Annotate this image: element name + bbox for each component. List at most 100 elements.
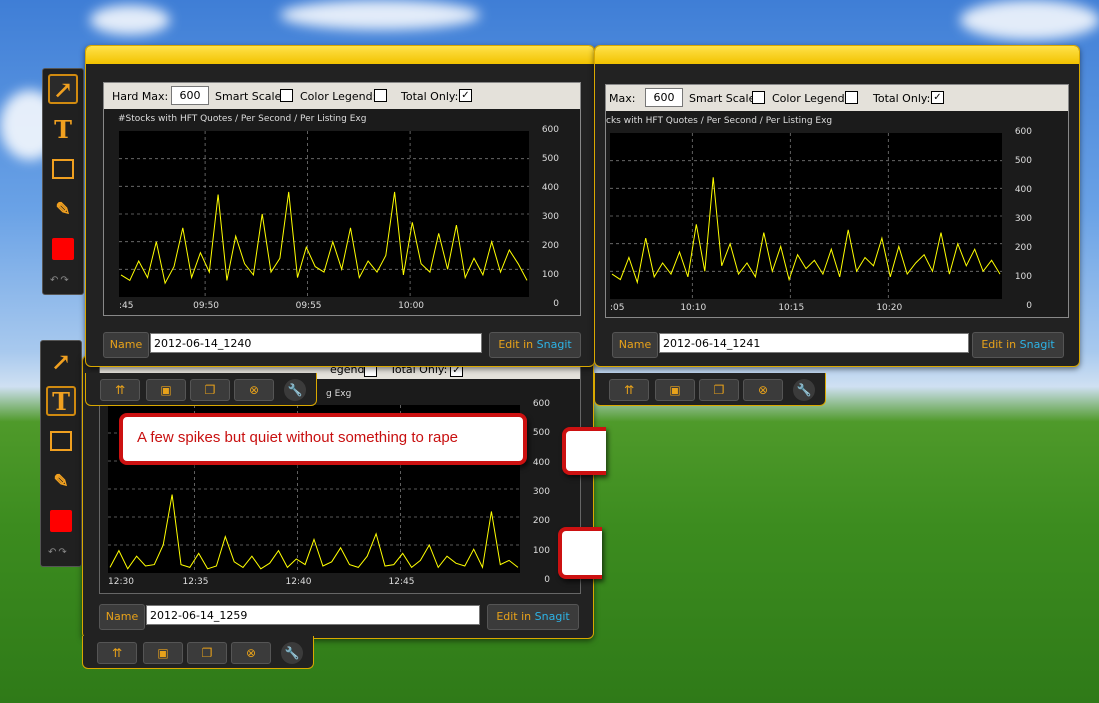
share-icon[interactable]: ⇈ <box>609 379 649 401</box>
button-bar-b: ⇈ ▣ ❐ ⊗ 🔧 <box>594 373 826 406</box>
color-swatch-icon[interactable] <box>48 234 78 264</box>
chart-panel: Max: 600 Smart Scale: Color Legend: Tota… <box>605 84 1069 318</box>
edit-in-label: Edit in <box>496 610 535 623</box>
y-tick-label: 500 <box>1014 156 1032 166</box>
arrow-icon[interactable]: ↗ <box>46 346 76 376</box>
hard-max-input[interactable]: 600 <box>171 86 209 105</box>
y-tick-label: 600 <box>532 399 550 409</box>
name-label: Name <box>103 332 149 358</box>
highlighter-icon[interactable]: ✎ <box>46 466 76 496</box>
x-tick-label: 12:30 <box>108 577 134 587</box>
y-tick-label: 100 <box>532 545 550 556</box>
color-legend-checkbox[interactable] <box>374 89 387 102</box>
button-bar-c: ⇈ ▣ ❐ ⊗ 🔧 <box>82 636 314 669</box>
save-icon[interactable]: ▣ <box>655 379 695 401</box>
name-label: Name <box>99 604 145 630</box>
annotation-callout[interactable]: A few spikes but quiet without something… <box>119 413 527 465</box>
y-tick-label: 300 <box>1014 214 1032 224</box>
color-legend-checkbox[interactable] <box>845 91 858 104</box>
chart-title: cks with HFT Quotes / Per Second / Per L… <box>606 116 833 126</box>
share-icon[interactable]: ⇈ <box>100 379 140 401</box>
hard-max-input[interactable]: 600 <box>645 88 683 107</box>
undo-redo-icon[interactable]: ↶↷ <box>48 547 69 558</box>
rectangle-icon[interactable] <box>48 154 78 184</box>
copy-icon[interactable]: ❐ <box>187 642 227 664</box>
y-tick-label: 0 <box>553 299 559 309</box>
close-icon[interactable]: ⊗ <box>234 379 274 401</box>
callout-text: A few spikes but quiet without something… <box>137 429 459 446</box>
edit-in-label: Edit in <box>981 338 1020 351</box>
x-tick-label: 10:00 <box>398 301 425 311</box>
y-tick-label: 400 <box>541 183 559 193</box>
name-input[interactable]: 2012-06-14_1259 <box>146 605 480 625</box>
y-tick-label: 500 <box>541 154 559 164</box>
y-tick-label: 300 <box>532 487 550 497</box>
chart-header: Hard Max: 600 Smart Scale: Color Legend:… <box>104 83 580 109</box>
name-row: Name 2012-06-14_1259 Edit in Snagit <box>99 604 579 630</box>
x-tick-label: 09:55 <box>295 301 322 311</box>
x-tick-label: 10:10 <box>680 303 707 313</box>
undo-redo-icon[interactable]: ↶↷ <box>50 275 71 286</box>
window-title-bar <box>86 46 594 64</box>
wrench-icon[interactable]: 🔧 <box>793 379 815 401</box>
total-only-checkbox[interactable]: ✓ <box>459 89 472 102</box>
edit-in-label: Edit in <box>498 338 537 351</box>
hard-max-label: Max: <box>609 92 636 105</box>
name-input[interactable]: 2012-06-14_1240 <box>150 333 482 353</box>
arrow-icon[interactable]: ↗ <box>48 74 78 104</box>
smart-scale-checkbox[interactable] <box>752 91 765 104</box>
save-icon[interactable]: ▣ <box>146 379 186 401</box>
y-tick-label: 600 <box>541 125 559 135</box>
smart-scale-checkbox[interactable] <box>280 89 293 102</box>
edit-in-snagit-button[interactable]: Edit in Snagit <box>487 604 579 630</box>
snagit-window-a: Hard Max: 600 Smart Scale: Color Legend:… <box>85 45 595 367</box>
rectangle-icon[interactable] <box>46 426 76 456</box>
chart-svg <box>610 133 1002 299</box>
x-tick-label: 12:45 <box>388 577 415 587</box>
series-line <box>611 177 1001 285</box>
snagit-label: Snagit <box>534 610 570 623</box>
name-input[interactable]: 2012-06-14_1241 <box>659 333 969 353</box>
y-tick-label: 200 <box>532 516 550 527</box>
color-swatch-icon[interactable] <box>46 506 76 536</box>
drawing-toolbar-bottom: ↗ T ✎ ↶↷ <box>40 340 82 567</box>
window-title-bar <box>595 46 1079 64</box>
close-icon[interactable]: ⊗ <box>231 642 271 664</box>
x-tick-label: 09:50 <box>193 301 220 311</box>
color-legend-label: Color Legend: <box>772 92 849 105</box>
y-tick-label: 300 <box>541 212 559 222</box>
x-tick-label: :45 <box>119 301 134 311</box>
name-row: Name 2012-06-14_1240 Edit in Snagit <box>103 332 581 358</box>
series-line <box>109 494 519 570</box>
share-icon[interactable]: ⇈ <box>97 642 137 664</box>
wrench-icon[interactable]: 🔧 <box>284 379 306 401</box>
x-tick-label: 12:40 <box>285 577 312 587</box>
wrench-icon[interactable]: 🔧 <box>281 642 303 664</box>
save-icon[interactable]: ▣ <box>143 642 183 664</box>
chart-panel: Hard Max: 600 Smart Scale: Color Legend:… <box>103 82 581 316</box>
y-tick-label: 200 <box>541 241 559 251</box>
copy-icon[interactable]: ❐ <box>699 379 739 401</box>
cloud <box>960 0 1099 40</box>
text-tool-icon[interactable]: T <box>48 114 78 144</box>
snagit-label: Snagit <box>536 338 572 351</box>
total-only-label: Total Only: <box>873 92 931 105</box>
chart-header: Max: 600 Smart Scale: Color Legend: Tota… <box>606 85 1068 111</box>
edit-in-snagit-button[interactable]: Edit in Snagit <box>972 332 1064 358</box>
cloud <box>280 0 480 30</box>
hard-max-label: Hard Max: <box>112 90 169 103</box>
annotation-callout-partial <box>558 527 602 579</box>
y-tick-label: 0 <box>544 575 550 585</box>
total-only-checkbox[interactable]: ✓ <box>931 91 944 104</box>
text-tool-icon[interactable]: T <box>46 386 76 416</box>
y-tick-label: 200 <box>1014 243 1032 253</box>
highlighter-icon[interactable]: ✎ <box>48 194 78 224</box>
name-row: Name 2012-06-14_1241 Edit in Snagit <box>612 332 1072 358</box>
edit-in-snagit-button[interactable]: Edit in Snagit <box>489 332 581 358</box>
x-tick-label: 10:20 <box>876 303 903 313</box>
plot-area <box>119 131 529 297</box>
close-icon[interactable]: ⊗ <box>743 379 783 401</box>
plot-area <box>610 133 1002 299</box>
copy-icon[interactable]: ❐ <box>190 379 230 401</box>
cloud <box>90 5 170 35</box>
